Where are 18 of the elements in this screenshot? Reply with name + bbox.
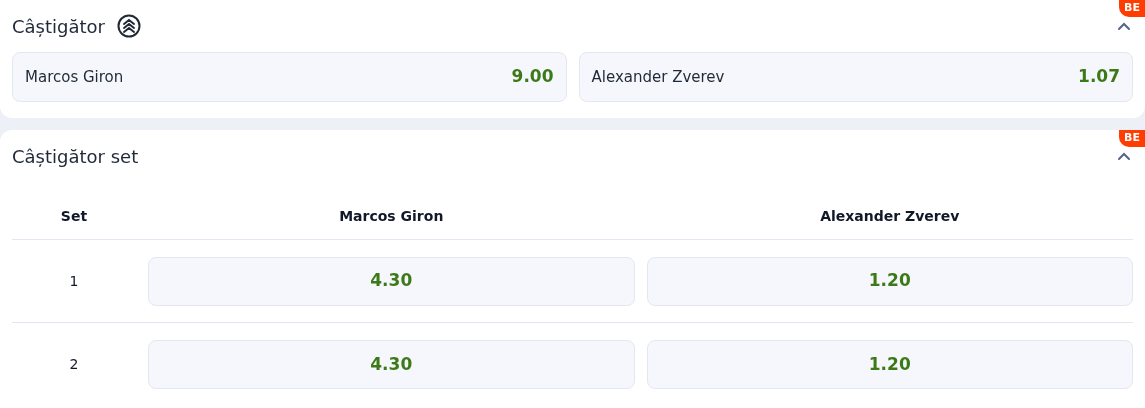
column-header: Marcos Giron [339, 207, 444, 226]
odds-button[interactable]: 4.30 [148, 340, 635, 389]
market-title: Câștigător set [12, 144, 139, 169]
odds-button[interactable]: 1.20 [646, 256, 1133, 306]
odds-button[interactable]: 1.20 [646, 340, 1133, 389]
market-title: Câștigător [12, 14, 105, 39]
odds-button[interactable]: Alexander Zverev 1.07 [578, 52, 1133, 102]
chevron-up-icon[interactable] [1117, 21, 1131, 31]
set-number: 2 [69, 355, 79, 374]
chevron-up-icon[interactable] [1117, 151, 1131, 161]
odds-button[interactable]: 4.30 [148, 256, 635, 306]
column-header: Set [60, 207, 88, 226]
set-number: 1 [69, 271, 79, 291]
column-header: Alexander Zverev [820, 207, 960, 226]
boost-icon [116, 14, 141, 38]
badge: BE [1119, 130, 1145, 147]
odds-button[interactable]: Marcos Giron 9.00 [12, 52, 567, 102]
badge: BE [1119, 0, 1145, 17]
